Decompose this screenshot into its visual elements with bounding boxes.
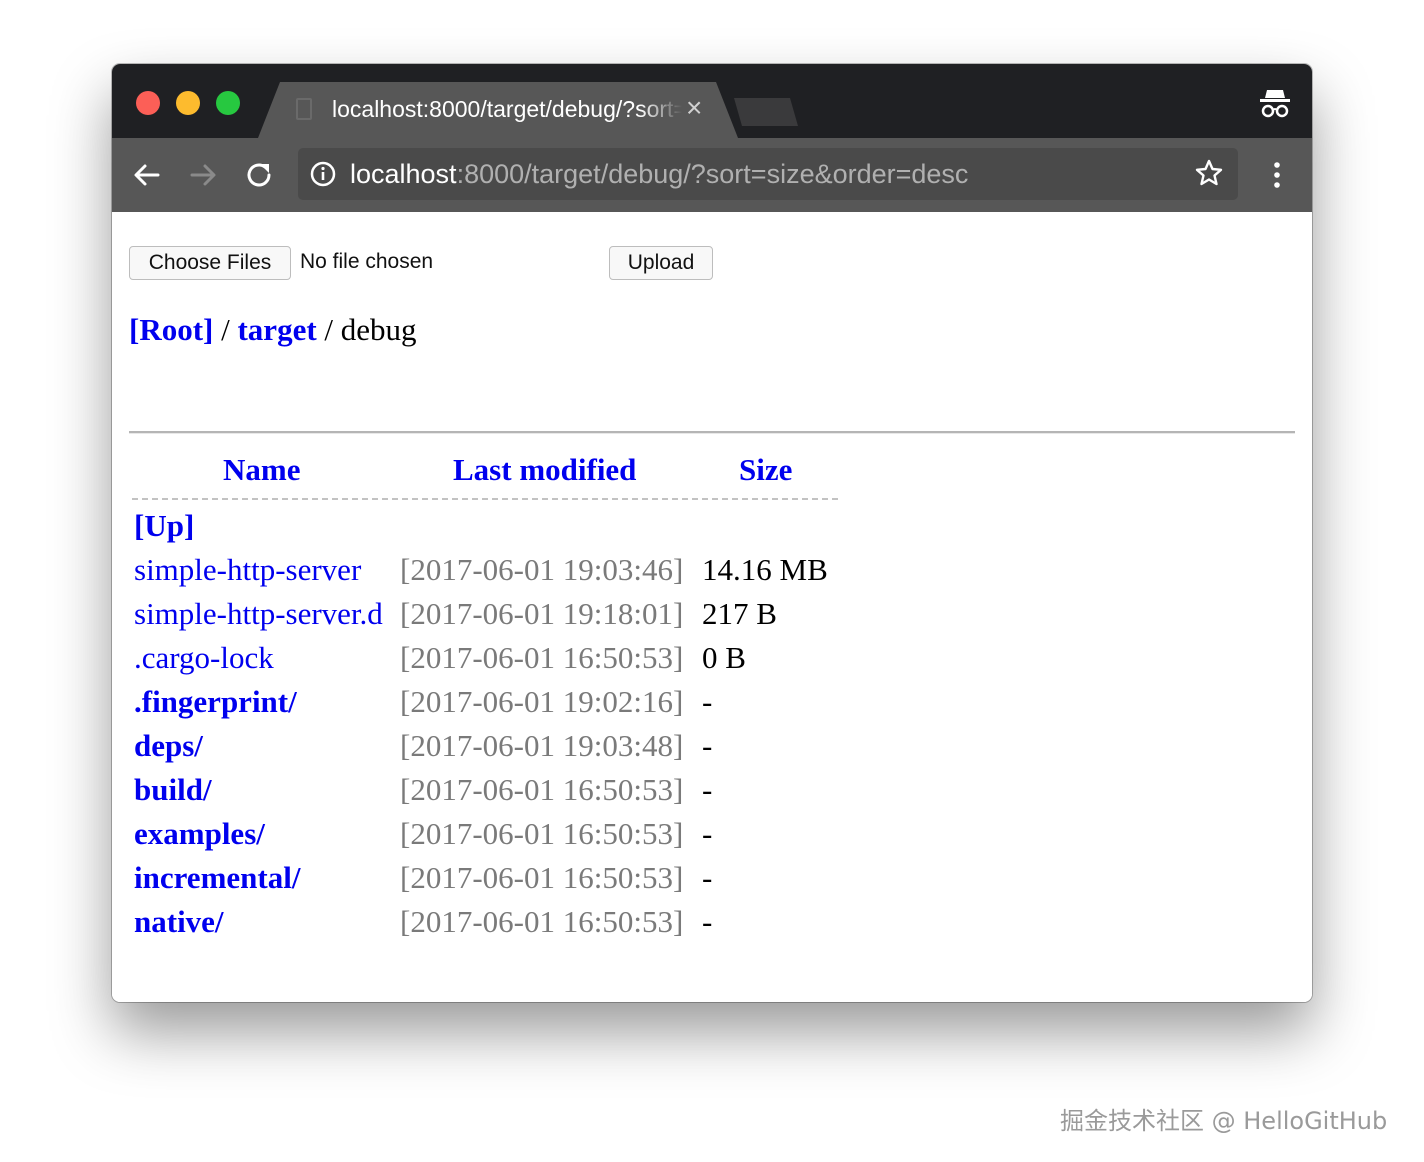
url-text[interactable]: localhost:8000/target/debug/?sort=size&o…: [350, 159, 968, 190]
new-tab-button[interactable]: [734, 98, 798, 126]
table-row: simple-http-server.d [2017-06-01 19:18:0…: [132, 596, 838, 640]
file-size: -: [702, 904, 713, 939]
modified-date: [2017-06-01 19:18:01]: [400, 596, 684, 631]
breadcrumb-root-link[interactable]: [Root]: [129, 312, 213, 347]
modified-date: [2017-06-01 16:50:53]: [400, 640, 684, 675]
file-size: -: [702, 684, 713, 719]
modified-date: [2017-06-01 19:03:46]: [400, 552, 684, 587]
folder-link[interactable]: incremental/: [134, 860, 300, 896]
zoom-window-button[interactable]: [216, 91, 240, 115]
table-row: .cargo-lock [2017-06-01 16:50:53] 0 B: [132, 640, 838, 684]
upload-button[interactable]: Upload: [609, 246, 713, 280]
sort-by-modified-link[interactable]: Last modified: [453, 452, 636, 488]
file-size: 217 B: [702, 596, 777, 631]
file-link[interactable]: simple-http-server.d: [134, 596, 383, 632]
folder-link[interactable]: examples/: [134, 816, 265, 852]
modified-date: [2017-06-01 16:50:53]: [400, 860, 684, 895]
minimize-window-button[interactable]: [176, 91, 200, 115]
modified-date: [2017-06-01 16:50:53]: [400, 816, 684, 851]
more-menu-icon[interactable]: [1262, 160, 1292, 190]
modified-date: [2017-06-01 16:50:53]: [400, 904, 684, 939]
breadcrumb-separator: /: [213, 312, 238, 347]
folder-link[interactable]: .fingerprint/: [134, 684, 297, 720]
folder-link[interactable]: deps/: [134, 728, 203, 764]
folder-link[interactable]: native/: [134, 904, 224, 940]
file-link[interactable]: .cargo-lock: [134, 640, 274, 676]
listing-header: Name Last modified Size: [132, 452, 838, 500]
table-row: native/ [2017-06-01 16:50:53] -: [132, 904, 838, 948]
browser-toolbar: localhost:8000/target/debug/?sort=size&o…: [112, 138, 1312, 212]
choose-files-button[interactable]: Choose Files: [129, 246, 291, 280]
browser-window: localhost:8000/target/debug/?sort=size&o…: [112, 64, 1312, 1002]
breadcrumb-target-link[interactable]: target: [237, 312, 316, 347]
info-icon[interactable]: [310, 161, 336, 187]
sort-by-size-link[interactable]: Size: [739, 452, 792, 488]
browser-tab[interactable]: localhost:8000/target/debug/?sort=size&o…: [258, 82, 738, 138]
back-arrow-icon[interactable]: [130, 158, 164, 192]
file-size: -: [702, 772, 713, 807]
file-size: -: [702, 728, 713, 763]
tab-close-icon[interactable]: ×: [686, 94, 702, 122]
file-size: -: [702, 860, 713, 895]
close-window-button[interactable]: [136, 91, 160, 115]
address-bar[interactable]: localhost:8000/target/debug/?sort=size&o…: [298, 148, 1238, 200]
breadcrumb-current: debug: [340, 312, 417, 347]
incognito-icon: [1260, 90, 1290, 118]
table-row: build/ [2017-06-01 16:50:53] -: [132, 772, 838, 816]
tab-title: localhost:8000/target/debug/?sort=size&o…: [332, 96, 682, 122]
folder-link[interactable]: build/: [134, 772, 212, 808]
table-row: examples/ [2017-06-01 16:50:53] -: [132, 816, 838, 860]
reload-icon[interactable]: [242, 158, 276, 192]
url-path: :8000/target/debug/?sort=size&order=desc: [456, 159, 969, 189]
table-row: incremental/ [2017-06-01 16:50:53] -: [132, 860, 838, 904]
sort-by-name-link[interactable]: Name: [223, 452, 300, 488]
file-size: -: [702, 816, 713, 851]
modified-date: [2017-06-01 19:02:16]: [400, 684, 684, 719]
table-row: .fingerprint/ [2017-06-01 19:02:16] -: [132, 684, 838, 728]
file-size: 14.16 MB: [702, 552, 828, 587]
page-content: Choose Files No file chosen Upload [Root…: [112, 212, 1312, 1002]
modified-date: [2017-06-01 19:03:48]: [400, 728, 684, 763]
title-bar: localhost:8000/target/debug/?sort=size&o…: [112, 64, 1312, 138]
file-listing: Name Last modified Size [Up] simple-http…: [132, 452, 838, 948]
table-row: simple-http-server [2017-06-01 19:03:46]…: [132, 552, 838, 596]
up-row: [Up]: [132, 508, 838, 552]
file-size: 0 B: [702, 640, 746, 675]
forward-arrow-icon[interactable]: [186, 158, 220, 192]
modified-date: [2017-06-01 16:50:53]: [400, 772, 684, 807]
divider: [129, 431, 1295, 434]
page-icon: [296, 98, 312, 120]
listing-rows: [Up] simple-http-server [2017-06-01 19:0…: [132, 508, 838, 948]
breadcrumb: [Root] / target / debug: [129, 312, 417, 348]
url-host: localhost: [350, 159, 457, 189]
table-row: deps/ [2017-06-01 19:03:48] -: [132, 728, 838, 772]
bookmark-star-icon[interactable]: [1194, 158, 1224, 188]
up-link[interactable]: [Up]: [134, 508, 194, 544]
file-link[interactable]: simple-http-server: [134, 552, 361, 588]
no-file-chosen-label: No file chosen: [300, 250, 434, 273]
breadcrumb-separator: /: [316, 312, 341, 347]
watermark: 掘金技术社区 @ HelloGitHub: [1060, 1107, 1388, 1135]
